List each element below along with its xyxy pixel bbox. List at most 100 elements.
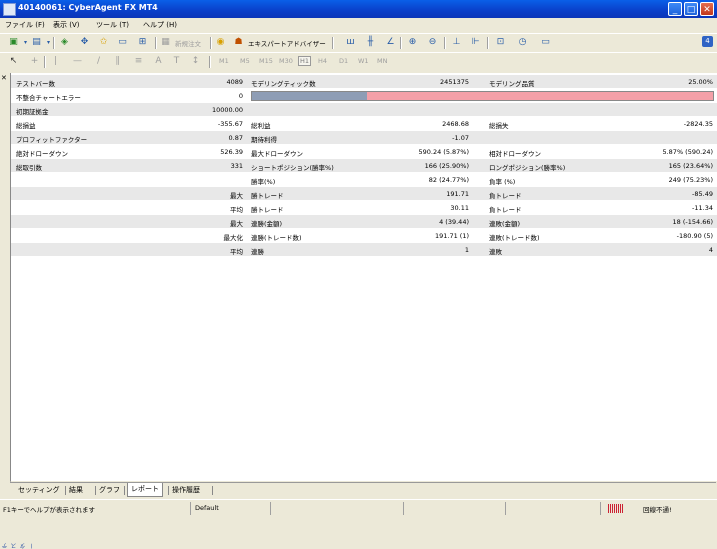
value-average-loss-trade: -11.34 xyxy=(692,204,713,212)
menu-tools[interactable]: ツール (T) xyxy=(96,20,129,30)
title-bar: 40140061: CyberAgent FX MT4 _ □ ✕ xyxy=(0,0,717,18)
label-profit-trades: 勝率(%) xyxy=(251,178,276,186)
minimize-icon[interactable]: _ xyxy=(668,2,682,16)
tab-journal[interactable]: 操作履歴 xyxy=(172,485,200,495)
value-net-profit: -355.67 xyxy=(217,120,243,128)
period-m30[interactable]: M30 xyxy=(279,57,293,65)
table-row: 勝率(%) 82 (24.77%) 負率 (%) 249 (75.23%) xyxy=(11,173,717,187)
period-h1[interactable]: H1 xyxy=(298,56,312,66)
label-max-consecutive-losses: 連敗(金額) xyxy=(489,220,521,228)
templates-icon[interactable]: ▭ xyxy=(540,37,551,48)
label-max-consecutive-wins: 連勝(金額) xyxy=(251,220,283,228)
maximize-icon[interactable]: □ xyxy=(684,2,698,16)
label-average: 平均 xyxy=(230,206,243,214)
label-maximal-drawdown: 最大ドローダウン xyxy=(251,150,303,158)
line-chart-icon[interactable]: ∠ xyxy=(385,37,396,48)
value-average-consecutive-losses: 4 xyxy=(708,246,713,254)
value-modelling-quality: 25.00% xyxy=(688,78,713,86)
label-gross-loss: 総損失 xyxy=(489,122,509,130)
channel-icon[interactable]: ∥ xyxy=(112,56,123,67)
menu-help[interactable]: ヘルプ (H) xyxy=(143,20,177,30)
fibonacci-icon[interactable]: ≡ xyxy=(133,56,144,67)
table-row: プロフィットファクター 0.87 期待利得 -1.07 xyxy=(11,131,717,145)
value-long-positions: 165 (23.64%) xyxy=(668,162,713,170)
cursor-icon[interactable]: ↖ xyxy=(8,56,19,67)
tab-results[interactable]: 結果 xyxy=(69,485,83,495)
table-row: 総取引数 331 ショートポジション(勝率%) 166 (25.90%) ロング… xyxy=(11,159,717,173)
metaeditor-icon[interactable]: ◉ xyxy=(215,37,226,48)
text-icon[interactable]: A xyxy=(153,56,164,67)
market-watch-icon[interactable]: ◈ xyxy=(59,37,70,48)
table-row: 絶対ドローダウン 526.39 最大ドローダウン 590.24 (5.87%) … xyxy=(11,145,717,159)
notifications-icon[interactable]: 4 xyxy=(702,36,713,47)
value-bars-tested: 4089 xyxy=(226,78,243,86)
value-gross-loss: -2824.35 xyxy=(683,120,713,128)
periodicity-icon[interactable]: ◷ xyxy=(517,37,528,48)
close-panel-icon[interactable]: ✕ xyxy=(1,74,7,82)
table-row: 最大 勝トレード 191.71 負トレード -85.49 xyxy=(11,187,717,201)
label-largest-loss-trade: 負トレード xyxy=(489,192,522,200)
label-average-profit-trade: 勝トレード xyxy=(251,206,284,214)
favorites-icon[interactable]: ✩ xyxy=(98,37,109,48)
text-label-icon[interactable]: T xyxy=(171,56,182,67)
label-expected-payoff: 期待利得 xyxy=(251,136,277,144)
horizontal-line-icon[interactable]: — xyxy=(72,56,83,67)
crosshair-icon[interactable]: + xyxy=(29,56,40,67)
label-total-trades: 総取引数 xyxy=(16,164,42,172)
value-ticks-modelled: 2451375 xyxy=(440,78,469,86)
chart-shift-icon[interactable]: ⊩ xyxy=(470,37,481,48)
label-long-positions: ロングポジション(勝率%) xyxy=(489,164,566,172)
period-mn[interactable]: MN xyxy=(377,57,387,65)
value-profit-factor: 0.87 xyxy=(228,134,243,142)
bar-chart-icon[interactable]: ш xyxy=(345,37,356,48)
value-loss-trades: 249 (75.23%) xyxy=(668,176,713,184)
auto-scroll-icon[interactable]: ⊥ xyxy=(451,37,462,48)
menu-bar: ファイル (F) 表示 (V) ツール (T) ヘルプ (H) xyxy=(0,18,717,32)
table-row: 平均 連勝 1 連敗 4 xyxy=(11,243,717,257)
label-loss-trades: 負率 (%) xyxy=(489,178,516,186)
zoom-out-icon[interactable]: ⊖ xyxy=(427,37,438,48)
label-mismatched-errors: 不整合チャートエラー xyxy=(16,94,81,102)
tester-icon[interactable]: ⊞ xyxy=(137,37,148,48)
trendline-icon[interactable]: / xyxy=(93,56,104,67)
status-profile: Default xyxy=(195,504,219,512)
value-maximal-drawdown: 590.24 (5.87%) xyxy=(418,148,469,156)
table-row: 総損益 -355.67 総利益 2468.68 総損失 -2824.35 xyxy=(11,117,717,131)
new-order-button[interactable]: 新規注文 xyxy=(175,38,201,48)
profiles-icon[interactable]: ▤ xyxy=(31,37,42,48)
zoom-in-icon[interactable]: ⊕ xyxy=(407,37,418,48)
period-d1[interactable]: D1 xyxy=(339,57,348,65)
new-chart-icon[interactable]: ▣ xyxy=(8,37,19,48)
terminal-icon[interactable]: ▭ xyxy=(117,37,128,48)
app-icon xyxy=(3,3,16,16)
period-h4[interactable]: H4 xyxy=(318,57,327,65)
arrows-icon[interactable]: ↕ xyxy=(190,56,201,67)
table-row: 平均 勝トレード 30.11 負トレード -11.34 xyxy=(11,201,717,215)
tab-graph[interactable]: グラフ xyxy=(99,485,120,495)
value-maximal-consecutive-profit: 191.71 (1) xyxy=(434,232,469,240)
period-m1[interactable]: M1 xyxy=(219,57,229,65)
close-icon[interactable]: ✕ xyxy=(700,2,714,16)
tab-report[interactable]: レポート xyxy=(127,483,163,497)
candlestick-icon[interactable]: ╫ xyxy=(365,37,376,48)
period-m15[interactable]: M15 xyxy=(259,57,273,65)
expert-advisors-button[interactable]: エキスパートアドバイザー xyxy=(248,38,326,48)
vertical-line-icon[interactable]: | xyxy=(50,56,61,67)
expert-advisors-icon[interactable]: ☗ xyxy=(233,37,244,48)
value-relative-drawdown: 5.87% (590.24) xyxy=(662,148,713,156)
report-panel: テストバー数 4089 モデリングティック数 2451375 モデリング品質 2… xyxy=(10,73,717,481)
indicators-icon[interactable]: ⊡ xyxy=(495,37,506,48)
menu-view[interactable]: 表示 (V) xyxy=(53,20,79,30)
dropdown-arrow-icon[interactable]: ▾ xyxy=(20,37,31,48)
menu-file[interactable]: ファイル (F) xyxy=(5,20,45,30)
navigator-icon[interactable]: ✥ xyxy=(79,37,90,48)
new-order-icon[interactable]: ▦ xyxy=(160,37,171,48)
status-help-text: F1キーでヘルプが表示されます xyxy=(3,506,95,514)
period-w1[interactable]: W1 xyxy=(358,57,369,65)
period-m5[interactable]: M5 xyxy=(240,57,250,65)
table-row: 初期証拠金 10000.00 xyxy=(11,103,717,117)
tab-settings[interactable]: セッティング xyxy=(18,485,60,495)
value-average-consecutive-wins: 1 xyxy=(464,246,469,254)
value-total-trades: 331 xyxy=(230,162,243,170)
table-row: 最大 連勝(金額) 4 (39.44) 連敗(金額) 18 (-154.66) xyxy=(11,215,717,229)
